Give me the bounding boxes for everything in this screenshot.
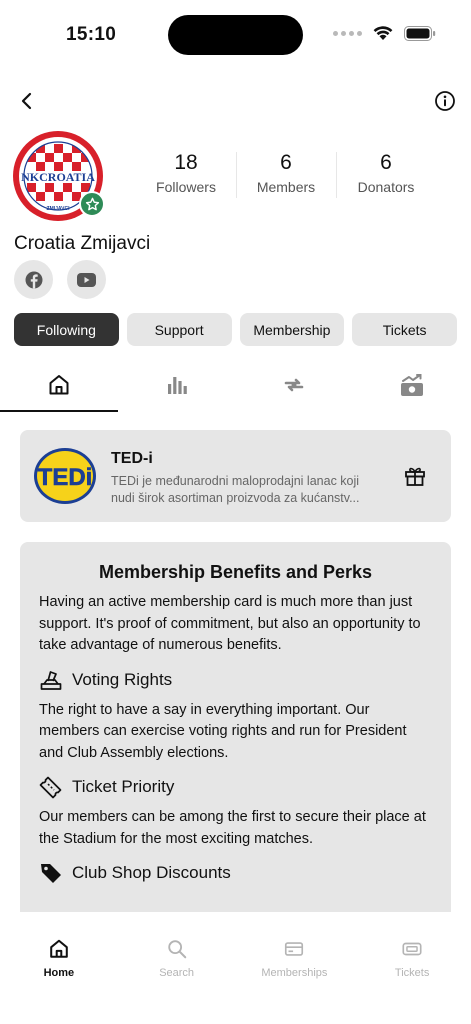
benefits-intro: Having an active membership card is much… <box>39 594 421 653</box>
perk-title: Club Shop Discounts <box>72 863 231 882</box>
tab-label: Home <box>43 967 75 979</box>
tab-home[interactable] <box>0 366 118 412</box>
cellular-signal-icon <box>333 30 362 36</box>
stat-label: Members <box>256 179 316 195</box>
transfer-icon <box>285 378 304 392</box>
youtube-icon <box>77 272 96 287</box>
star-icon <box>85 197 99 210</box>
card-icon <box>282 937 306 961</box>
home-icon <box>49 375 69 395</box>
action-buttons: Following Support Membership Tickets <box>14 313 457 346</box>
donation-icon <box>401 374 424 396</box>
sponsor-card[interactable]: TEDi TED-i TEDi je međunarodni maloproda… <box>20 430 451 522</box>
tab-donations[interactable] <box>353 366 471 412</box>
perk-ticket-heading: Ticket Priority <box>39 775 432 799</box>
price-tag-icon <box>39 861 63 885</box>
status-time: 15:10 <box>66 24 117 45</box>
sponsor-description: TEDi je međunarodni maloprodajni lanac k… <box>111 474 360 505</box>
section-tabs <box>0 366 471 412</box>
perk-title: Voting Rights <box>72 669 173 689</box>
home-icon <box>47 937 71 961</box>
stat-donators[interactable]: 6 Donators <box>336 150 436 202</box>
perk-title: Ticket Priority <box>72 777 175 796</box>
info-button[interactable] <box>432 88 458 114</box>
stat-value: 6 <box>380 151 392 174</box>
club-name: Croatia Zmijavci <box>14 233 151 254</box>
chevron-left-icon <box>21 92 32 110</box>
tab-label: Memberships <box>261 967 328 979</box>
facebook-button[interactable] <box>14 260 53 299</box>
membership-button[interactable]: Membership <box>239 313 345 346</box>
tab-bar-search[interactable]: Search <box>118 912 236 1024</box>
back-button[interactable] <box>14 88 40 114</box>
info-icon <box>435 91 455 111</box>
ballot-box-icon <box>39 668 63 692</box>
verified-badge <box>79 191 105 217</box>
tab-label: Search <box>159 967 195 979</box>
gift-button[interactable] <box>403 464 427 488</box>
perk-shop-heading: Club Shop Discounts <box>39 861 432 885</box>
stats-row: 18 Followers 6 Members 6 Donators <box>136 150 436 202</box>
sponsor-logo-text: TEDi <box>38 464 93 491</box>
tab-stats[interactable] <box>118 366 236 412</box>
status-bar: 15:10 <box>0 0 471 70</box>
social-links <box>14 260 106 299</box>
tab-bar-tickets[interactable]: Tickets <box>353 912 471 1024</box>
perk-text: Our members can be among the first to se… <box>39 809 426 847</box>
benefits-title: Membership Benefits and Perks <box>98 562 373 582</box>
perk-text: The right to have a say in everything im… <box>39 701 407 761</box>
ticket-icon <box>39 775 63 799</box>
benefits-card: Membership Benefits and Perks Having an … <box>20 542 451 912</box>
battery-icon <box>404 25 436 41</box>
content-scroll[interactable]: TEDi TED-i TEDi je međunarodni maloproda… <box>0 412 471 912</box>
gift-icon <box>405 467 425 486</box>
stat-members[interactable]: 6 Members <box>236 150 336 202</box>
wifi-icon <box>373 26 393 40</box>
stats-icon <box>167 377 187 394</box>
tab-label: Tickets <box>394 967 430 979</box>
tab-bar-home[interactable]: Home <box>0 912 118 1024</box>
stat-value: 6 <box>280 151 292 174</box>
club-logo-text: NKCROATIA <box>21 170 95 184</box>
tab-transfers[interactable] <box>236 366 354 412</box>
stat-label: Followers <box>156 179 216 195</box>
sponsor-logo: TEDi <box>34 448 96 504</box>
nav-bar <box>0 86 471 116</box>
following-button[interactable]: Following <box>14 313 119 346</box>
ticket-icon <box>400 937 424 961</box>
sponsor-title: TED-i <box>111 450 153 467</box>
support-button[interactable]: Support <box>126 313 232 346</box>
tab-bar-memberships[interactable]: Memberships <box>236 912 354 1024</box>
status-icons <box>333 25 436 41</box>
stat-followers[interactable]: 18 Followers <box>136 150 236 202</box>
stat-label: Donators <box>357 179 415 195</box>
search-icon <box>165 937 189 961</box>
youtube-button[interactable] <box>67 260 106 299</box>
tickets-button[interactable]: Tickets <box>352 313 457 346</box>
club-logo-subtext: ZMIJAVCI <box>47 206 71 212</box>
dynamic-island <box>168 15 303 55</box>
bottom-tab-bar: Home Search Memberships Tickets <box>0 912 471 1024</box>
stat-value: 18 <box>174 151 198 174</box>
perk-voting-heading: Voting Rights <box>39 668 432 692</box>
facebook-icon <box>25 271 42 288</box>
